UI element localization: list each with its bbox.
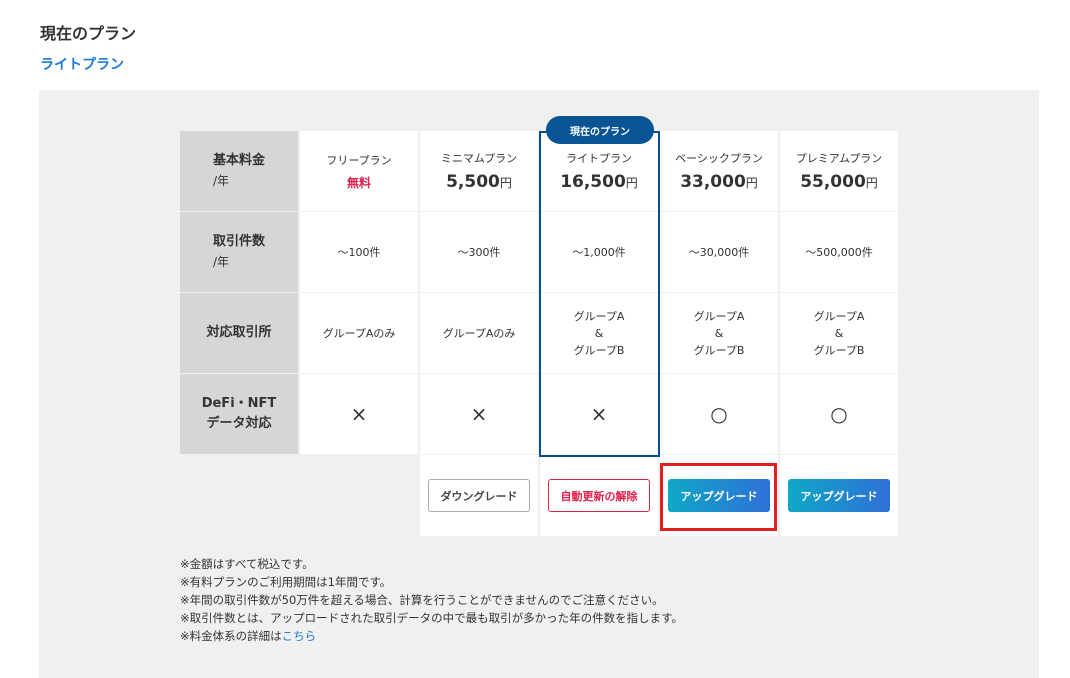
note-line: ※料金体系の詳細はこちら (180, 627, 683, 645)
cell-light-defi: × (540, 374, 658, 454)
note-line: ※年間の取引件数が50万件を超える場合、計算を行うことができませんのでご注意くだ… (180, 593, 664, 607)
cell-basic-transactions: 〜30,000件 (660, 212, 778, 292)
cell-basic-price: ベーシックプラン 33,000円 (660, 131, 778, 211)
row-base-fee: 基本料金 /年 フリープラン 無料 ミニマムプラン 5,500円 ライトプラン … (180, 131, 898, 212)
exchange-ampersand: & (714, 326, 724, 340)
row-header-label: データ対応 (206, 416, 272, 431)
cell-basic-exchanges: グループA & グループB (660, 293, 778, 373)
exchange-ampersand: & (594, 326, 604, 340)
circle-icon: ○ (830, 402, 848, 426)
cell-premium-price: プレミアムプラン 55,000円 (780, 131, 898, 211)
cell-light-exchanges: グループA & グループB (540, 293, 658, 373)
cell-premium-exchanges: グループA & グループB (780, 293, 898, 373)
row-header-label: 基本料金 (213, 153, 266, 168)
plan-price: 16,500 (560, 172, 626, 192)
row-defi-nft: DeFi・NFT データ対応 × × × ○ ○ (180, 374, 898, 455)
plan-price: 33,000 (680, 172, 746, 192)
cancel-auto-renewal-button[interactable]: 自動更新の解除 (548, 479, 650, 512)
row-header-defi-nft: DeFi・NFT データ対応 (180, 374, 298, 454)
exchange-value: グループAのみ (322, 326, 396, 340)
row-header-sub: /年 (213, 255, 230, 269)
row-header-exchanges: 対応取引所 (180, 293, 298, 373)
cell-free-defi: × (300, 374, 418, 454)
exchange-value: グループA (693, 309, 745, 323)
plan-name: ライトプラン (566, 152, 632, 165)
plan-price: 無料 (346, 175, 371, 190)
cell-light-action: 自動更新の解除 (540, 455, 658, 536)
yen-unit: 円 (745, 176, 758, 190)
plan-name: プレミアムプラン (795, 152, 883, 165)
notes: ※金額はすべて税込です。 ※有料プランのご利用期間は1年間です。 ※年間の取引件… (180, 555, 683, 645)
plan-price: 55,000 (800, 172, 866, 192)
circle-icon: ○ (710, 402, 728, 426)
row-header-label: DeFi・NFT (201, 396, 277, 411)
note-line: ※有料プランのご利用期間は1年間です。 (180, 575, 392, 589)
cross-icon: × (350, 402, 368, 426)
cell-premium-defi: ○ (780, 374, 898, 454)
cross-icon: × (470, 402, 488, 426)
exchange-ampersand: & (834, 326, 844, 340)
current-plan-name: ライトプラン (40, 57, 124, 73)
cell-basic-action: アップグレード (660, 455, 778, 536)
upgrade-premium-button[interactable]: アップグレード (788, 479, 890, 512)
transactions-value: 〜500,000件 (805, 245, 873, 259)
cell-light-transactions: 〜1,000件 (540, 212, 658, 292)
transactions-value: 〜100件 (337, 245, 381, 259)
cell-minimum-exchanges: グループAのみ (420, 293, 538, 373)
cell-basic-defi: ○ (660, 374, 778, 454)
yen-unit: 円 (499, 176, 512, 190)
row-header-label: 取引件数 (213, 234, 266, 249)
row-exchanges: 対応取引所 グループAのみ グループAのみ グループA & グループB グループ… (180, 293, 898, 374)
cell-premium-action: アップグレード (780, 455, 898, 536)
exchange-value: グループA (813, 309, 865, 323)
note-text: ※料金体系の詳細は (180, 629, 282, 643)
pricing-details-link[interactable]: こちら (282, 629, 317, 643)
transactions-value: 〜30,000件 (688, 245, 750, 259)
row-header-transactions: 取引件数 /年 (180, 212, 298, 292)
exchange-value: グループB (693, 343, 745, 357)
note-line: ※金額はすべて税込です。 (180, 557, 314, 571)
plan-name: フリープラン (326, 153, 392, 167)
plan-price: 5,500 (446, 172, 500, 192)
yen-unit: 円 (625, 176, 638, 190)
note-line: ※取引件数とは、アップロードされた取引データの中で最も取引が多かった年の件数を指… (180, 611, 683, 625)
exchange-value: グループB (813, 343, 865, 357)
cell-minimum-action: ダウングレード (420, 455, 538, 536)
cell-minimum-price: ミニマムプラン 5,500円 (420, 131, 538, 211)
action-row: ダウングレード 自動更新の解除 アップグレード アップグレード (180, 455, 898, 536)
transactions-value: 〜300件 (457, 245, 501, 259)
row-header-label: 対応取引所 (206, 325, 272, 340)
plan-name: ベーシックプラン (675, 152, 763, 165)
row-header-base-fee: 基本料金 /年 (180, 131, 298, 211)
page-title: 現在のプラン (40, 24, 137, 43)
cell-premium-transactions: 〜500,000件 (780, 212, 898, 292)
plan-name: ミニマムプラン (440, 152, 518, 165)
downgrade-button[interactable]: ダウングレード (428, 479, 530, 512)
row-header-sub: /年 (213, 174, 230, 188)
plan-table: 基本料金 /年 フリープラン 無料 ミニマムプラン 5,500円 ライトプラン … (180, 131, 898, 536)
cell-minimum-transactions: 〜300件 (420, 212, 538, 292)
cell-free-exchanges: グループAのみ (300, 293, 418, 373)
exchange-value: グループA (573, 309, 625, 323)
cell-free-price: フリープラン 無料 (300, 131, 418, 211)
exchange-value: グループAのみ (442, 326, 516, 340)
current-plan-badge: 現在のプラン (546, 116, 654, 144)
upgrade-basic-button[interactable]: アップグレード (668, 479, 770, 512)
row-transactions: 取引件数 /年 〜100件 〜300件 〜1,000件 〜30,000件 〜50… (180, 212, 898, 293)
cell-free-transactions: 〜100件 (300, 212, 418, 292)
cross-icon: × (590, 402, 608, 426)
cell-minimum-defi: × (420, 374, 538, 454)
transactions-value: 〜1,000件 (572, 245, 626, 259)
exchange-value: グループB (573, 343, 625, 357)
yen-unit: 円 (865, 176, 878, 190)
